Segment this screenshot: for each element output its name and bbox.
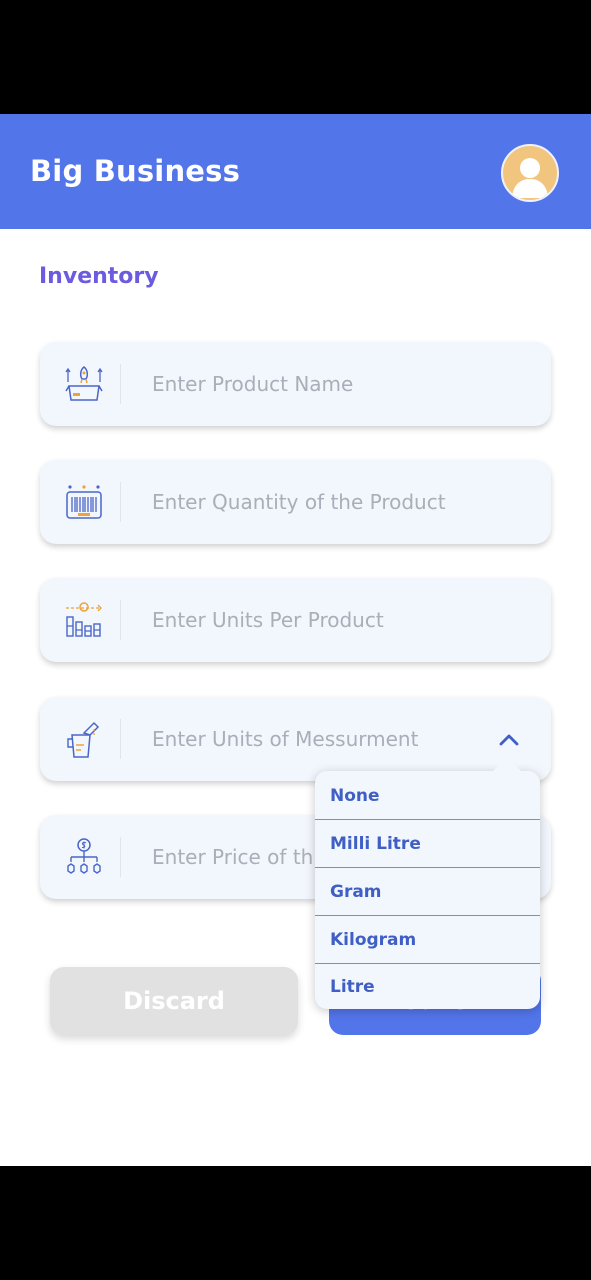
section-title: Inventory	[39, 264, 159, 289]
chevron-up-icon[interactable]	[498, 731, 520, 747]
field-divider	[120, 600, 121, 640]
app-screen: Big Business Inventory Enter Product Nam…	[0, 114, 591, 1166]
product-name-field[interactable]	[40, 342, 551, 426]
dropdown-option-milli-litre[interactable]: Milli Litre	[315, 821, 540, 868]
measuring-cup-icon	[67, 721, 100, 758]
app-bar: Big Business	[0, 114, 591, 229]
field-divider	[120, 837, 121, 877]
discard-button[interactable]: Discard	[50, 967, 298, 1035]
units-chart-icon	[66, 602, 102, 637]
dropdown-option-kilogram[interactable]: Kilogram	[315, 917, 540, 964]
product-launch-icon	[65, 366, 103, 401]
dropdown-option-litre[interactable]: Litre	[315, 963, 540, 1010]
dropdown-option-none[interactable]: None	[315, 773, 540, 820]
quantity-input[interactable]	[152, 480, 472, 524]
price-hierarchy-icon	[67, 838, 101, 874]
field-divider	[120, 482, 121, 522]
product-name-input[interactable]	[152, 362, 472, 406]
quantity-field[interactable]	[40, 460, 551, 544]
avatar[interactable]	[501, 144, 559, 202]
units-of-measurement-input[interactable]	[152, 717, 472, 761]
dropdown-option-gram[interactable]: Gram	[315, 869, 540, 916]
field-divider	[120, 364, 121, 404]
units-per-product-input[interactable]	[152, 598, 472, 642]
dropdown-pointer	[493, 757, 521, 771]
units-dropdown-menu: None Milli Litre Gram Kilogram Litre	[315, 757, 540, 1010]
barcode-icon	[66, 485, 102, 519]
user-avatar-icon	[512, 158, 548, 198]
app-title: Big Business	[30, 154, 241, 188]
units-of-measurement-field[interactable]	[40, 697, 551, 781]
units-per-product-field[interactable]	[40, 578, 551, 662]
field-divider	[120, 719, 121, 759]
